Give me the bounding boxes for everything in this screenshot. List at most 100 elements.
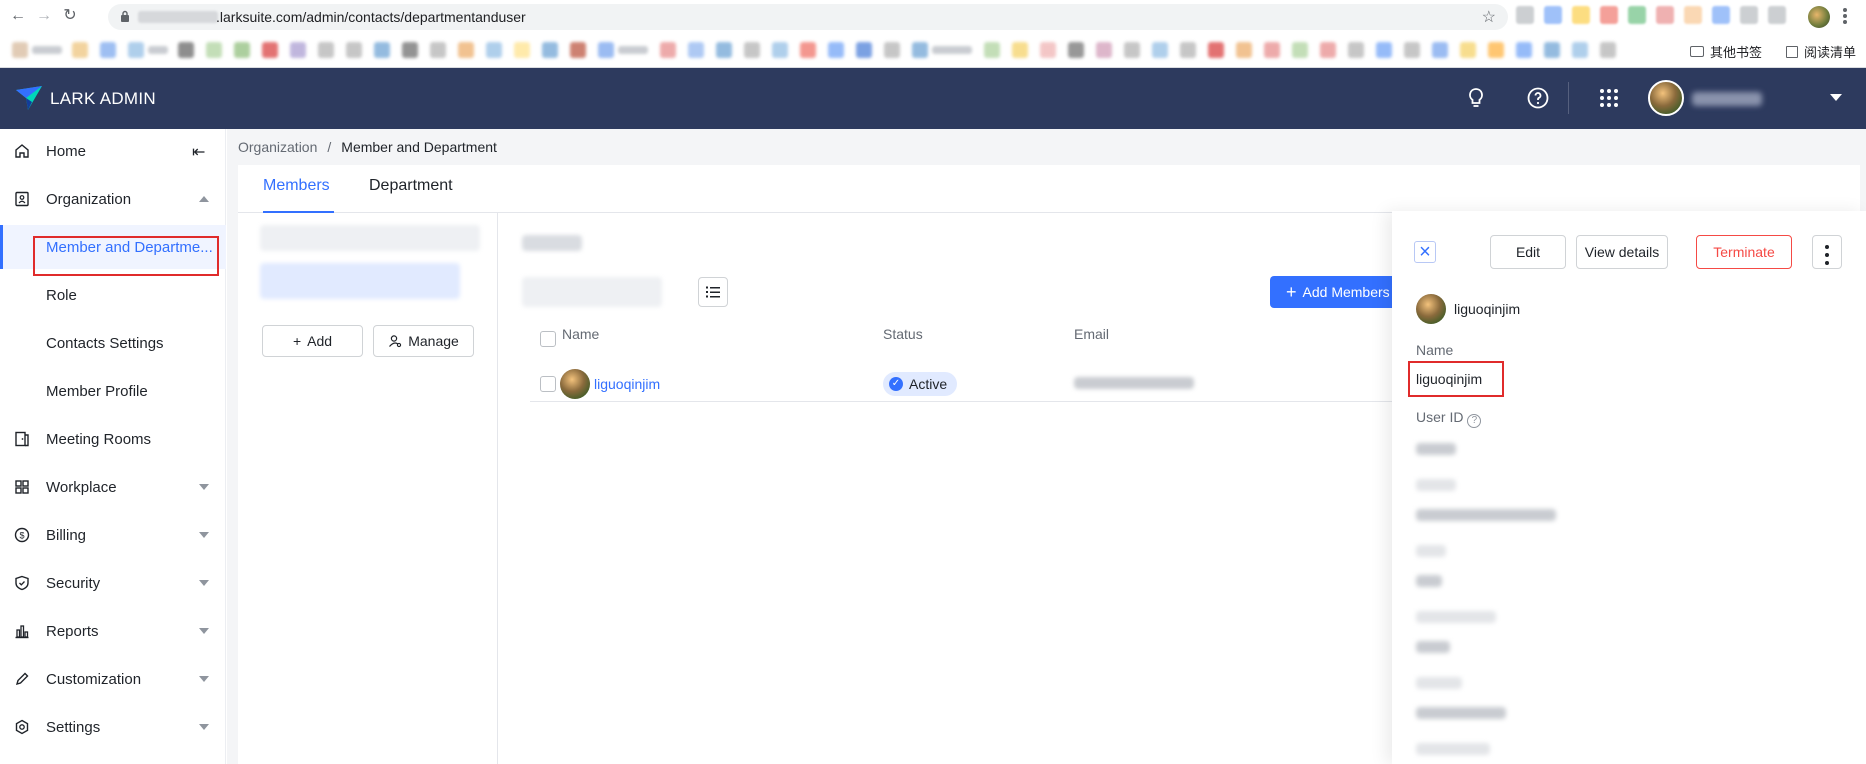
meeting-room-icon [15,431,29,447]
tab-department[interactable]: Department [369,177,453,195]
sidebar-item-label: Workplace [46,478,117,496]
help-icon[interactable] [1526,86,1550,110]
manage-button[interactable]: Manage [373,325,474,357]
terminate-button[interactable]: Terminate [1696,235,1792,269]
sidebar-item-contacts-settings[interactable]: Contacts Settings [0,321,226,365]
select-all-checkbox[interactable] [540,331,556,347]
reading-list-button[interactable]: 阅读清单 [1786,42,1856,61]
row-checkbox[interactable] [540,376,556,392]
sidebar-item-customization[interactable]: Customization [0,657,226,701]
user-id-label: User ID? [1416,409,1482,428]
sidebar-item-member-profile[interactable]: Member Profile [0,369,226,413]
sidebar-item-billing[interactable]: $ Billing [0,513,226,557]
shield-icon [15,575,29,591]
account-menu-caret-icon[interactable] [1830,94,1842,101]
folder-icon [1690,46,1704,57]
forward-arrow-icon[interactable]: → [34,6,54,26]
sidebar-item-workplace[interactable]: Workplace [0,465,226,509]
edit-button[interactable]: Edit [1490,235,1566,269]
bookmarks-bar: 其他书签 阅读清单 [0,34,1866,68]
more-options-icon[interactable] [1812,235,1842,269]
bookmarks-other-folder[interactable]: 其他书签 [1690,42,1762,61]
breadcrumb: Organization / Member and Department [238,139,497,155]
chevron-down-icon [199,484,209,490]
blurred-field-label [1416,545,1446,557]
brand-name: LARK ADMIN [50,89,156,108]
add-button-label: Add [307,333,333,349]
avatar [1416,294,1446,324]
status-badge: ✓ Active [883,372,958,396]
sidebar-item-settings[interactable]: Settings [0,705,226,749]
sidebar-item-label: Billing [46,526,87,544]
header-divider [1568,82,1569,114]
sidebar: Home ⇤ Organization Member and Departme.… [0,129,226,764]
highlight-box-name [1408,361,1504,397]
lightbulb-icon[interactable] [1464,86,1488,110]
lark-logo-icon [16,86,42,110]
blurred-field-label [1416,479,1456,491]
blurred-subdomain [138,11,218,23]
check-circle-icon: ✓ [889,377,903,391]
list-view-toggle[interactable] [698,277,728,307]
bookmark-star-icon[interactable]: ☆ [1482,7,1496,27]
blurred-filter-select[interactable] [522,277,662,307]
apps-grid-icon[interactable] [1597,86,1621,110]
sidebar-item-home[interactable]: Home ⇤ [0,129,226,173]
sidebar-item-reports[interactable]: Reports [0,609,226,653]
sidebar-item-role[interactable]: Role [0,273,226,317]
pen-icon [15,672,29,686]
list-icon [706,286,720,298]
column-header-email: Email [1074,326,1110,342]
highlight-box-sidebar [33,236,219,276]
sidebar-item-label: Organization [46,190,132,208]
reload-icon[interactable]: ↻ [60,6,80,26]
browser-toolbar: ← → ↻ .larksuite.com/admin/contacts/depa… [0,0,1866,34]
tab-members[interactable]: Members [263,177,330,195]
sidebar-item-security[interactable]: Security [0,561,226,605]
blurred-department-node[interactable] [260,263,460,299]
plus-icon: + [1286,282,1297,302]
blurred-field-label [1416,677,1462,689]
back-arrow-icon[interactable]: ← [8,6,28,26]
blurred-search-input[interactable] [260,225,480,251]
view-details-button[interactable]: View details [1576,235,1668,269]
address-bar[interactable]: .larksuite.com/admin/contacts/department… [108,4,1508,30]
billing-icon: $ [14,527,30,543]
user-avatar[interactable] [1648,80,1684,116]
browser-menu-icon[interactable] [1842,6,1848,26]
add-members-button[interactable]: + Add Members [1270,276,1410,308]
plus-icon: + [292,333,302,349]
sidebar-item-meeting-rooms[interactable]: Meeting Rooms [0,417,226,461]
tab-bar: Members Department [238,165,1860,213]
organization-icon [15,191,29,207]
member-name-link[interactable]: liguoqinjim [594,376,660,392]
blurred-field-value [1416,707,1506,719]
column-header-name[interactable]: Name [562,326,599,342]
manage-button-label: Manage [408,333,459,349]
blurred-email [1074,377,1194,389]
address-url: .larksuite.com/admin/contacts/department… [216,9,526,25]
blurred-field-value [1416,575,1442,587]
close-icon[interactable]: × [1414,241,1436,263]
collapse-sidebar-icon[interactable]: ⇤ [192,142,205,162]
chart-icon [15,625,29,639]
column-header-status: Status [883,326,923,342]
home-icon [15,144,29,158]
app-header: LARK ADMIN [0,68,1866,129]
help-icon[interactable]: ? [1467,414,1482,428]
sidebar-item-label: Meeting Rooms [46,430,152,448]
member-detail-drawer: × Edit View details Terminate liguoqinji… [1392,211,1866,764]
reading-list-label: 阅读清单 [1804,45,1857,60]
drawer-user-name: liguoqinjim [1454,301,1521,317]
manage-user-icon [389,335,402,348]
breadcrumb-parent[interactable]: Organization [238,139,317,155]
add-button[interactable]: + Add [262,325,363,357]
sidebar-item-label: Customization [46,670,142,688]
department-tree-panel: + Add Manage [238,213,498,764]
sidebar-item-organization[interactable]: Organization [0,177,226,221]
breadcrumb-separator: / [327,139,332,155]
sidebar-item-label: Contacts Settings [46,334,164,352]
chevron-down-icon [199,580,209,586]
browser-profile-avatar[interactable] [1808,6,1830,28]
chevron-up-icon [199,196,209,202]
